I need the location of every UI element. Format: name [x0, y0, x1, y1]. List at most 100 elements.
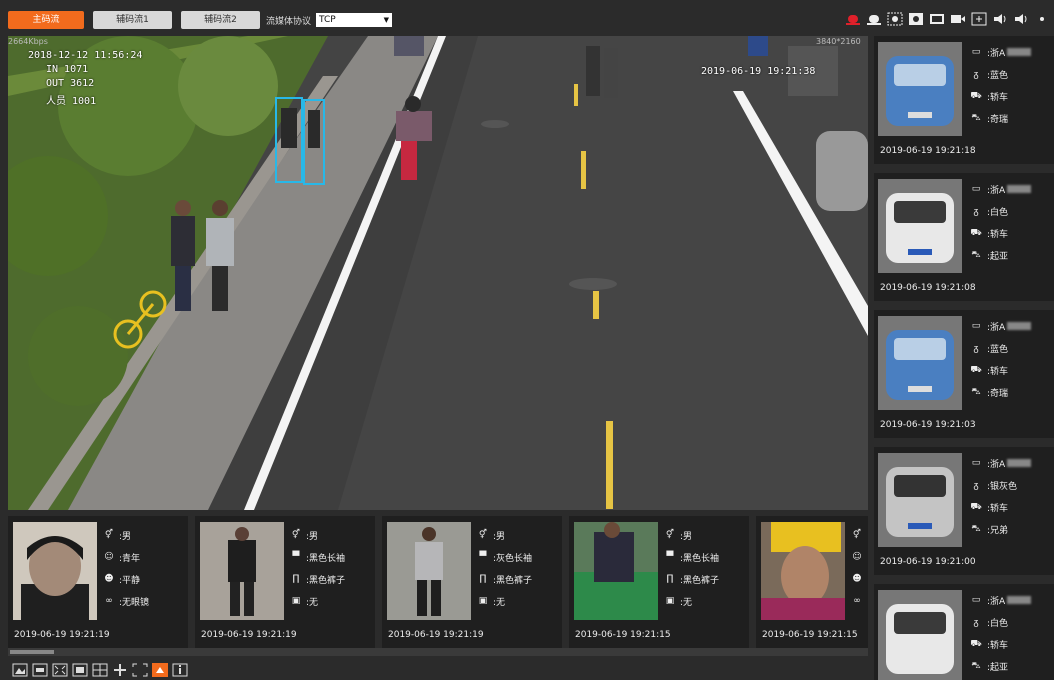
vehicle-card[interactable]: ▭:浙A ᵹ:银灰色 ⛟:轿车 ⛍:兄弟 2019-06-19 19:21:00	[874, 447, 1054, 575]
car-front-icon: ⛍	[971, 249, 981, 260]
gender-icon: ⚥	[852, 530, 862, 540]
attr-text: :浙A	[987, 185, 1006, 196]
plate-blur	[1007, 185, 1032, 193]
attr-text: :黑色长袖	[306, 553, 346, 564]
attr-vehicle-color: ᵹ :白色	[968, 200, 1031, 222]
plate-blur	[1007, 459, 1032, 467]
osd-person-count: 人员 1001	[46, 96, 97, 107]
attr-bottom: ∏:黑色裤子	[476, 568, 532, 590]
attr-expression: ☻	[850, 568, 867, 590]
person-card[interactable]: ⚥:男 ▀:黑色长袖 ∏:黑色裤子 ▣:无 2019-06-19 19:21:1…	[569, 516, 749, 648]
talk-icon[interactable]	[1012, 11, 1029, 27]
cards-scrollbar[interactable]	[8, 648, 868, 656]
attr-text: :青年	[119, 553, 141, 564]
osd-out-count: OUT 3612	[46, 78, 95, 89]
capture-time: 2019-06-19 19:21:00	[880, 557, 976, 567]
person-thumbnail	[200, 522, 284, 620]
record-icon[interactable]	[907, 11, 924, 27]
attr-text: :轿车	[987, 366, 1009, 377]
capture-time: 2019-06-19 19:21:18	[880, 146, 976, 156]
capture-time: 2019-06-19 19:21:15	[575, 630, 671, 640]
attr-text: :兄弟	[987, 525, 1009, 536]
attr-vehicle-brand: ⛍:奇瑞	[968, 107, 1031, 129]
person-card[interactable]: ⚥:男 ▀:灰色长袖 ∏:黑色裤子 ▣:无 2019-06-19 19:21:1…	[382, 516, 562, 648]
more-icon[interactable]	[1033, 11, 1050, 27]
age-icon: ☺	[852, 552, 862, 562]
attr-text: :浙A	[987, 48, 1006, 59]
attr-gender: ⚥:男	[476, 524, 532, 546]
split-icon[interactable]	[92, 663, 108, 677]
age-icon: ☺	[104, 552, 114, 562]
ratio-icon[interactable]	[72, 663, 88, 677]
bag-icon: ▣	[478, 596, 488, 606]
gender-icon: ⚥	[104, 530, 114, 540]
tab-sub-stream-1[interactable]: 辅码流1	[93, 11, 172, 29]
street-scene-image	[8, 36, 868, 510]
rule-icon[interactable]	[152, 663, 168, 677]
fit-window-icon[interactable]	[52, 663, 68, 677]
gender-icon: ⚥	[665, 530, 675, 540]
bag-icon: ▣	[291, 596, 301, 606]
attr-text: :黑色裤子	[680, 575, 720, 586]
pants-icon: ∏	[479, 574, 487, 584]
attr-vehicle-brand: ⛍ :起亚	[968, 244, 1031, 266]
ptz-icon[interactable]	[112, 663, 128, 677]
attr-age: ☺ :青年	[102, 546, 149, 568]
zoom-region-icon[interactable]	[970, 11, 987, 27]
attr-text: :奇瑞	[987, 114, 1009, 125]
plate-icon: ▭	[971, 47, 981, 57]
attr-plate: ▭:浙A	[968, 178, 1032, 200]
image-adjust-icon[interactable]	[12, 663, 28, 677]
car-front-icon: ⛍	[971, 660, 981, 671]
car-front-icon: ⛍	[971, 523, 981, 534]
info-icon[interactable]	[172, 663, 188, 677]
vehicle-card[interactable]: ▭ :浙A ᵹ:蓝色 ⛟:轿车 ⛍:奇瑞 2019-06-19 19:21:18	[874, 36, 1054, 164]
person-card[interactable]: ⚥:男 ▀:黑色长袖 ∏:黑色裤子 ▣:无 2019-06-19 19:21:1…	[195, 516, 375, 648]
attr-vehicle-color: ᵹ:蓝色	[968, 63, 1031, 85]
attr-expression: ☻:平静	[102, 568, 149, 590]
attr-bag: ▣:无	[289, 590, 345, 612]
attr-vehicle-type: ⛟:轿车	[968, 496, 1031, 518]
capture-time: 2019-06-19 19:21:08	[880, 283, 976, 293]
person-card[interactable]: ⚥:男 ☺:青年 ☻:平静 ∞:无眼镜 2019-06-19 19:21:19	[8, 516, 188, 648]
attr-text: :白色	[987, 207, 1009, 218]
alarm-icon[interactable]	[865, 11, 882, 27]
person-card[interactable]: ⚥ ☺ ☻ ∞ 2019-06-19 19:21:15	[756, 516, 868, 648]
attr-text: :起亚	[987, 251, 1009, 262]
pants-icon: ∏	[292, 574, 300, 584]
palette-icon: ᵹ	[973, 206, 979, 217]
vehicle-card[interactable]: ▭:浙A ᵹ:白色 ⛟:轿车 ⛍:起亚 2019-06-19 19:21:08	[874, 173, 1054, 301]
attr-vehicle-color: ᵹ:白色	[968, 611, 1031, 633]
attr-text: :浙A	[987, 459, 1006, 470]
shirt-icon: ▀	[292, 552, 300, 562]
live-video-view[interactable]: 2018-12-12 11:56:24 IN 1071 OUT 3612 人员 …	[8, 36, 868, 510]
person-thumbnail	[574, 522, 658, 620]
alarm-red-icon[interactable]	[844, 11, 861, 27]
osd-timestamp: 2019-06-19 19:21:38	[701, 66, 816, 77]
capture-time: 2019-06-19 19:21:19	[388, 630, 484, 640]
attr-text: :无眼镜	[119, 597, 150, 608]
car-side-icon: ⛟	[970, 90, 982, 101]
fullscreen-icon[interactable]	[132, 663, 148, 677]
vehicle-card[interactable]: ▭:浙A ᵹ:蓝色 ⛟:轿车 ⛍:奇瑞 2019-06-19 19:21:03	[874, 310, 1054, 438]
person-card-list: ⚥:男 ☺:青年 ☻:平静 ∞:无眼镜 2019-06-19 19:21:19 …	[8, 516, 868, 648]
shirt-icon: ▀	[666, 552, 674, 562]
camera-record-icon[interactable]	[949, 11, 966, 27]
attr-vehicle-type: ⛟:轿车	[968, 85, 1031, 107]
palette-icon: ᵹ	[973, 343, 979, 354]
attr-text: :银灰色	[987, 481, 1018, 492]
protocol-value: TCP	[319, 15, 336, 25]
snapshot-region-icon[interactable]	[886, 11, 903, 27]
tab-sub-stream-2[interactable]: 辅码流2	[181, 11, 260, 29]
attr-bag: ▣:无	[476, 590, 532, 612]
attr-vehicle-brand: ⛍:奇瑞	[968, 381, 1031, 403]
attr-glasses: ∞:无眼镜	[102, 590, 149, 612]
vehicle-card[interactable]: ▭:浙A ᵹ:白色 ⛟:轿车 ⛍:起亚	[874, 584, 1054, 680]
scrollbar-thumb[interactable]	[10, 650, 54, 654]
snapshot-icon[interactable]	[928, 11, 945, 27]
attr-plate: ▭:浙A	[968, 315, 1032, 337]
zoom-100-icon[interactable]	[32, 663, 48, 677]
protocol-select[interactable]: TCP ▼	[316, 13, 392, 27]
tab-main-stream[interactable]: 主码流	[8, 11, 84, 29]
audio-icon[interactable]	[991, 11, 1008, 27]
